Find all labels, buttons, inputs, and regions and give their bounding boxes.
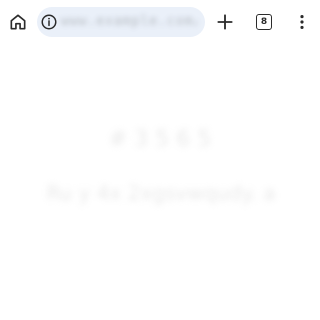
tab-switcher-icon: 8	[256, 14, 272, 30]
blurred-message: Ru y 4x 2xgsvwqudy. a	[46, 181, 276, 205]
info-icon[interactable]	[40, 13, 58, 31]
menu-button[interactable]	[286, 6, 318, 38]
blurred-heading: # 3 5 6 5	[108, 127, 212, 152]
home-icon	[10, 14, 26, 30]
url-text[interactable]: www.example.com/page	[61, 14, 197, 30]
home-button[interactable]	[2, 6, 34, 38]
browser-toolbar: www.example.com/page 8	[0, 0, 320, 44]
address-bar[interactable]: www.example.com/page	[37, 7, 205, 37]
tab-count: 8	[260, 16, 268, 27]
tab-switcher-button[interactable]: 8	[248, 6, 280, 38]
page-content: # 3 5 6 5 Ru y 4x 2xgsvwqudy. a	[0, 44, 320, 320]
browser-screen: www.example.com/page 8 # 3 5 6 5 Ru y 4x…	[0, 0, 320, 320]
new-tab-button[interactable]	[209, 6, 241, 38]
plus-icon	[217, 14, 233, 30]
more-vert-icon	[300, 15, 304, 29]
